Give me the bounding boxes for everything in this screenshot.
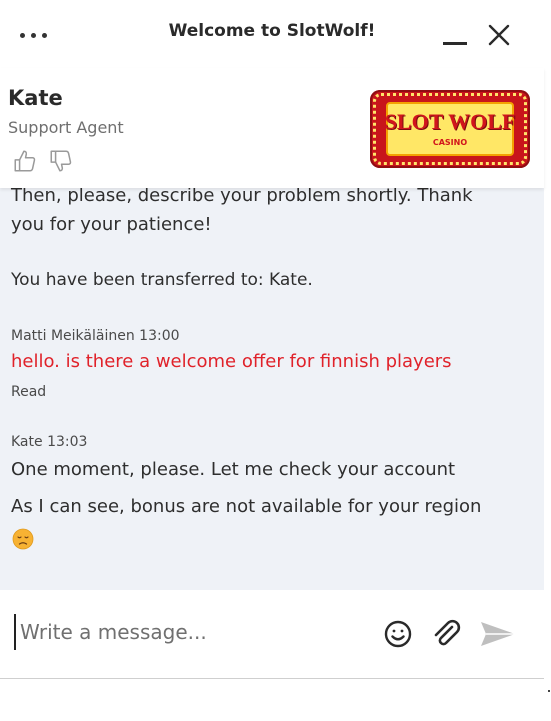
smiley-icon[interactable] bbox=[382, 618, 414, 650]
chat-widget: Welcome to SlotWolf! Kate Support Agent … bbox=[0, 0, 544, 679]
read-status: Read bbox=[11, 384, 47, 400]
user-message: hello. is there a welcome offer for finn… bbox=[11, 351, 452, 372]
logo-subtext: CASINO bbox=[432, 138, 468, 147]
message-list[interactable]: Then, please, describe your problem shor… bbox=[0, 188, 544, 590]
agent-message-line: Then, please, describe your problem shor… bbox=[11, 188, 473, 206]
message-meta: Matti Meikäläinen 13:00 bbox=[11, 328, 180, 344]
message-meta: Kate 13:03 bbox=[11, 434, 88, 450]
slotwolf-logo: SLOT WOLF CASINO bbox=[370, 90, 530, 168]
agent-message: One moment, please. Let me check your ac… bbox=[11, 459, 456, 480]
agent-header: Kate Support Agent SLOT WOLF CASINO bbox=[0, 68, 544, 188]
thumbs-down-icon[interactable] bbox=[48, 148, 74, 174]
divider-dot bbox=[548, 690, 550, 692]
system-message: You have been transferred to: Kate. bbox=[11, 270, 313, 290]
thumbs-up-icon[interactable] bbox=[12, 148, 38, 174]
send-icon[interactable] bbox=[478, 618, 518, 650]
paperclip-icon[interactable] bbox=[430, 618, 462, 650]
agent-message-line: you for your patience! bbox=[11, 214, 212, 235]
agent-role: Support Agent bbox=[8, 118, 124, 137]
minimize-icon[interactable] bbox=[440, 22, 470, 50]
close-icon[interactable] bbox=[484, 20, 514, 50]
agent-message: As I can see, bonus are not available fo… bbox=[11, 496, 482, 517]
message-input[interactable] bbox=[14, 614, 360, 650]
logo-text: SLOT WOLF bbox=[384, 109, 516, 134]
agent-name: Kate bbox=[8, 86, 63, 110]
sad-face-emoji bbox=[12, 528, 34, 550]
chat-title-bar: Welcome to SlotWolf! bbox=[0, 0, 544, 68]
message-composer bbox=[0, 590, 544, 679]
